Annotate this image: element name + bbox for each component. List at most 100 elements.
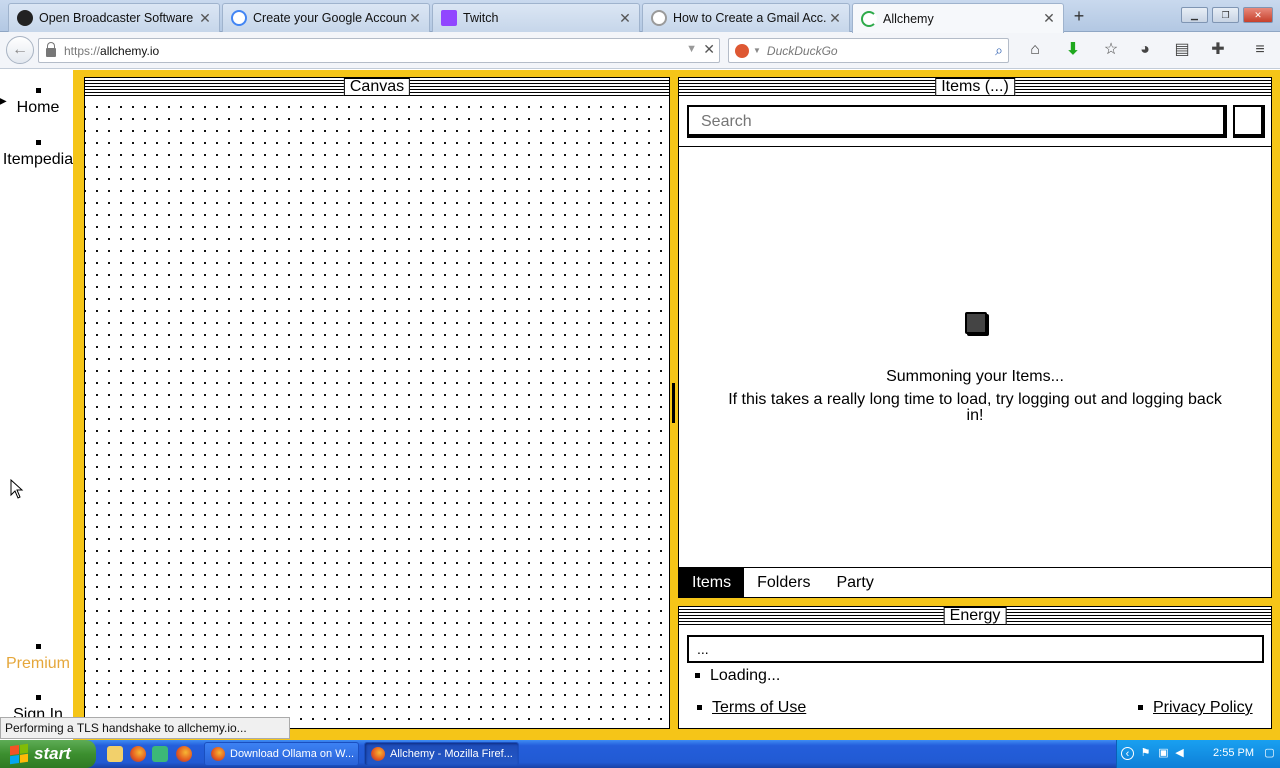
loading-title: Summoning your Items...: [886, 368, 1064, 385]
tab-gmail-howto[interactable]: How to Create a Gmail Acc... ✕: [642, 3, 850, 32]
taskbar-button-ollama[interactable]: Download Ollama on W...: [204, 742, 359, 766]
show-desktop-icon[interactable]: ▢: [1263, 747, 1276, 760]
bullet-icon: [697, 705, 702, 711]
search-placeholder: DuckDuckGo: [766, 43, 838, 58]
energy-title: Energy: [943, 607, 1007, 625]
close-window-button[interactable]: ✕: [1243, 7, 1273, 23]
items-tab-bar: Items Folders Party: [679, 567, 1271, 597]
network-icon[interactable]: ▣: [1157, 747, 1170, 760]
items-titlebar: Items (...): [679, 78, 1271, 96]
expand-tray-icon[interactable]: ‹: [1121, 747, 1134, 760]
energy-status: Loading...: [695, 667, 780, 685]
tab-obs[interactable]: Open Broadcaster Software ... ✕: [8, 3, 220, 32]
energy-titlebar: Energy: [679, 607, 1271, 625]
browser-tab-strip: Open Broadcaster Software ... ✕ Create y…: [0, 0, 1280, 33]
history-dropdown-icon[interactable]: ▼: [686, 43, 697, 55]
download-icon[interactable]: ⬇: [1063, 40, 1083, 60]
sidebar-item-premium[interactable]: Premium: [0, 644, 73, 673]
mouse-cursor-icon: [10, 479, 24, 499]
restore-button[interactable]: ❐: [1212, 7, 1239, 23]
loading-hint: If this takes a really long time to load…: [728, 391, 1222, 424]
sidebar-item-label: Home: [16, 99, 60, 116]
home-icon[interactable]: ⌂: [1025, 40, 1045, 60]
tab-allchemy[interactable]: Allchemy ✕: [852, 3, 1064, 33]
terms-item: Terms of Use: [697, 699, 806, 717]
firefox-icon[interactable]: [176, 746, 192, 762]
lock-icon: [46, 42, 56, 57]
extensions-icon[interactable]: ✚: [1208, 40, 1228, 60]
bullet-icon: [35, 644, 41, 649]
tab-label: Allchemy: [883, 11, 934, 26]
windows-taskbar: start Download Ollama on W... Allchemy -…: [0, 740, 1280, 768]
canvas-area[interactable]: [85, 97, 669, 728]
sidebar: ▶ Home Itempedia Premium Sign In: [0, 70, 76, 740]
back-button[interactable]: ←: [6, 36, 34, 64]
tab-label: Open Broadcaster Software ...: [39, 11, 197, 25]
system-tray: ‹ ⚑ ▣ ◀ 2:55 PM ▢: [1116, 740, 1280, 768]
privacy-link[interactable]: Privacy Policy: [1153, 699, 1253, 716]
panel-splitter[interactable]: [672, 383, 675, 423]
start-label: start: [34, 744, 71, 763]
canvas-titlebar: Canvas: [85, 78, 669, 96]
sidebar-item-home[interactable]: Home: [0, 88, 73, 117]
explorer-icon[interactable]: [107, 746, 123, 762]
flag-icon[interactable]: ⚑: [1139, 747, 1152, 760]
engine-dropdown-icon[interactable]: ▼: [753, 46, 761, 55]
canvas-title: Canvas: [343, 78, 411, 96]
web-search-field[interactable]: ▼ DuckDuckGo ⌕: [728, 38, 1009, 63]
divider: [679, 146, 1271, 147]
tab-label: How to Create a Gmail Acc...: [673, 11, 827, 25]
firefox-icon[interactable]: [130, 746, 146, 762]
magnifier-icon[interactable]: ⌕: [995, 42, 1003, 59]
task-label: Allchemy - Mozilla Firef...: [390, 748, 513, 760]
bullet-icon: [35, 88, 41, 93]
url-host: allchemy.io: [100, 43, 160, 58]
items-panel: Items (...) Search Summoning your Items.…: [678, 77, 1272, 598]
terms-link[interactable]: Terms of Use: [712, 699, 806, 716]
bullet-icon: [695, 673, 700, 679]
close-tab-icon[interactable]: ✕: [197, 10, 213, 27]
firefox-icon: [211, 747, 225, 761]
item-search-input[interactable]: Search: [687, 105, 1227, 138]
page-content: ▶ Home Itempedia Premium Sign In Canvas: [0, 70, 1280, 740]
close-tab-icon[interactable]: ✕: [407, 10, 423, 27]
tab-twitch[interactable]: Twitch ✕: [432, 3, 640, 32]
items-title: Items (...): [935, 78, 1015, 96]
bullet-icon: [35, 140, 41, 145]
url-protocol: https://: [64, 43, 101, 58]
tab-items[interactable]: Items: [679, 568, 745, 597]
loading-cube-icon: [965, 312, 987, 334]
bookmark-star-icon[interactable]: ☆: [1101, 40, 1121, 60]
taskbar-button-allchemy[interactable]: Allchemy - Mozilla Firef...: [364, 742, 519, 766]
energy-panel: Energy ... Loading... Terms of Use Priva…: [678, 606, 1272, 729]
reading-list-icon[interactable]: ▤: [1172, 40, 1192, 60]
tab-label: Twitch: [463, 11, 499, 25]
url-bar[interactable]: https:// allchemy.io ▼ ✕: [38, 38, 720, 63]
sidebar-item-label: Premium: [5, 655, 70, 672]
close-tab-icon[interactable]: ✕: [1041, 10, 1057, 27]
bullet-icon: [35, 695, 41, 700]
minimize-button[interactable]: ▁: [1181, 7, 1208, 23]
task-label: Download Ollama on W...: [230, 748, 355, 760]
obs-icon: [17, 10, 33, 26]
pocket-icon[interactable]: ◕: [1135, 40, 1155, 60]
close-tab-icon[interactable]: ✕: [827, 10, 843, 27]
close-tab-icon[interactable]: ✕: [617, 10, 633, 27]
clock: 2:55 PM: [1213, 747, 1254, 759]
sidebar-item-itempedia[interactable]: Itempedia: [0, 140, 73, 169]
menu-icon[interactable]: ≡: [1250, 40, 1270, 60]
item-search-button[interactable]: [1233, 105, 1265, 138]
new-tab-button[interactable]: +: [1068, 6, 1090, 26]
stop-icon[interactable]: ✕: [703, 41, 715, 58]
privacy-item: Privacy Policy: [1138, 699, 1253, 717]
volume-icon[interactable]: ◀: [1173, 747, 1186, 760]
start-button[interactable]: start: [0, 740, 96, 768]
tab-party[interactable]: Party: [823, 568, 887, 597]
windows-logo-icon: [10, 743, 28, 765]
duckduckgo-icon: [735, 43, 749, 58]
messenger-icon[interactable]: [152, 746, 168, 762]
tab-google-account[interactable]: Create your Google Account ✕: [222, 3, 430, 32]
globe-icon: [651, 10, 667, 26]
tab-folders[interactable]: Folders: [744, 568, 824, 597]
google-icon: [231, 10, 247, 26]
